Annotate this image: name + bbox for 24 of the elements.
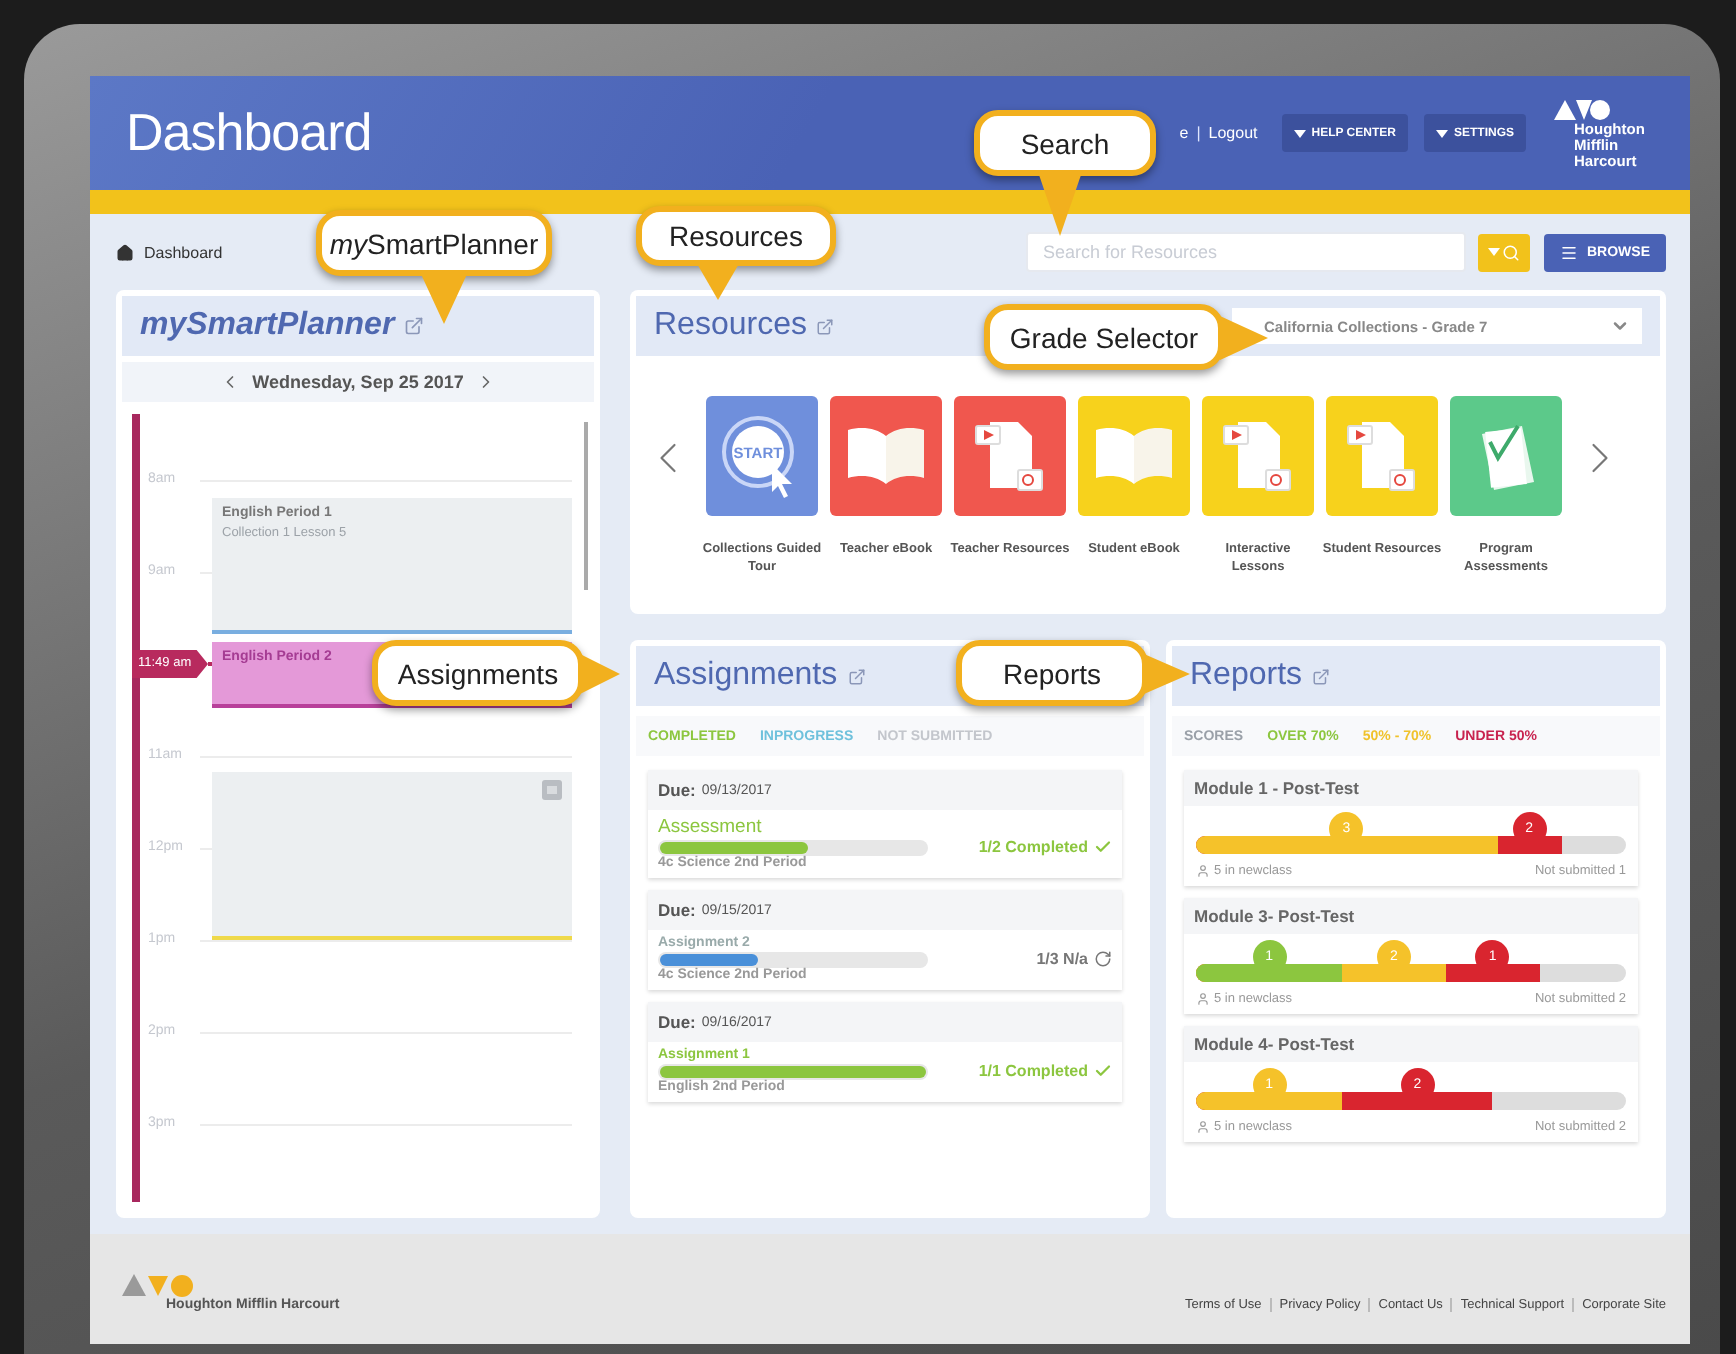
due-label: Due: [658,900,696,920]
module-title: Module 1 - Post-Test [1194,778,1359,798]
callout-tooltip: Assignments [372,640,584,706]
date-text: Wednesday, Sep 25 2017 [252,372,464,392]
module-title: Module 3- Post-Test [1194,906,1355,926]
module-title: Module 4- Post-Test [1194,1034,1355,1054]
panel-title: Resources [654,308,807,344]
due-label: Due: [658,780,696,800]
status-text: 1/2 Completed [948,838,1112,856]
status-text: 1/1 Completed [948,1062,1112,1080]
status-text: 1/3 N/a [948,950,1112,968]
callout-tooltip: mySmartPlanner [316,210,552,276]
separator: | [1196,124,1201,142]
due-label: Due: [658,1012,696,1032]
panel-title: Reports [1190,658,1303,694]
callout-tooltip: Reports [956,640,1148,706]
breadcrumb-text: Dashboard [144,243,223,261]
panel-title: mySmartPlanner [140,308,395,344]
panel-title: Assignments [654,658,838,694]
callout-tooltip: Grade Selector [984,304,1224,370]
assignment-title: Assessment [658,816,764,838]
callout-tooltip: Search [974,110,1156,176]
callout-tooltip: Resources [636,206,836,266]
page-title: Dashboard [126,102,372,164]
